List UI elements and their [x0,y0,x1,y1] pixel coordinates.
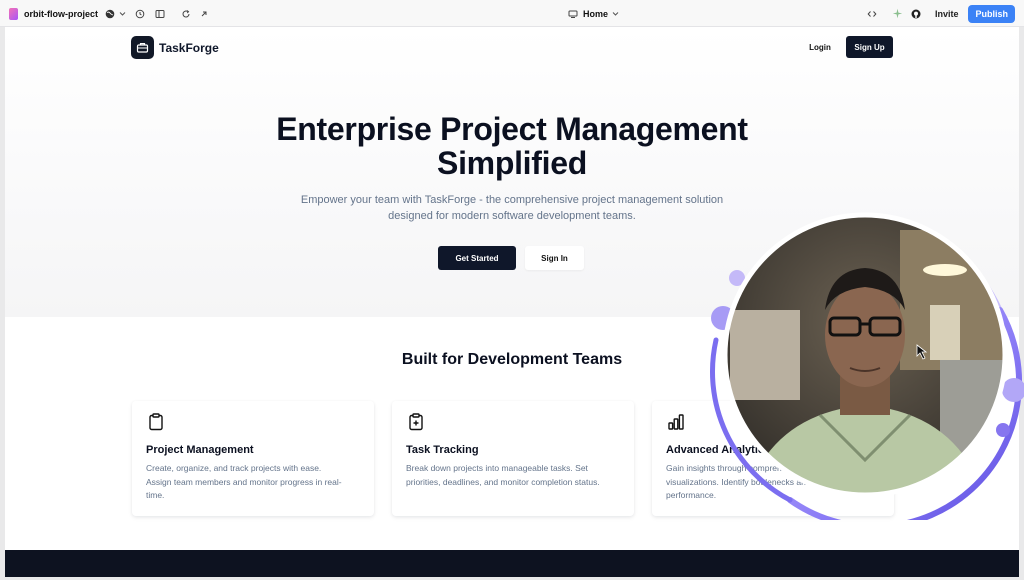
chevron-down-icon[interactable] [117,7,127,21]
brand-logo[interactable]: TaskForge [131,36,219,59]
login-button[interactable]: Login [801,37,839,57]
github-icon[interactable] [909,7,923,21]
footer-band [5,550,1019,577]
feature-card-title: Project Management [146,444,254,456]
sidebar-toggle-icon[interactable] [153,7,167,21]
feature-card-description-line: time. [146,490,165,500]
chevron-down-icon [610,7,620,21]
feature-card-description-line: Break down projects into manageable task… [406,463,588,473]
sign-in-button[interactable]: Sign In [525,246,584,270]
feature-card-project-management: Project Management Create, organize, and… [132,401,374,516]
briefcase-icon [131,36,154,59]
editor-toolbar: orbit-flow-project Home Invite Publish [0,0,1024,27]
editor-toolbar-left: orbit-flow-project [9,0,211,27]
page-selector-label: Home [583,8,609,19]
feature-card-description: Create, organize, and track projects wit… [146,462,364,503]
history-icon[interactable] [133,7,147,21]
feature-card-description-line: Create, organize, and track projects wit… [146,463,322,473]
bar-chart-icon [666,412,686,432]
publish-button[interactable]: Publish [968,4,1015,23]
feature-card-description-line: priorities, deadlines, and monitor compl… [406,476,600,487]
project-logo-icon [9,7,18,20]
hero-title-line1: Enterprise Project Management [276,111,748,147]
monitor-icon [566,7,580,21]
sparkle-icon[interactable] [891,7,905,21]
refresh-icon[interactable] [179,7,193,21]
brand-name: TaskForge [159,40,219,55]
feature-card-description: Break down projects into manageable task… [406,462,624,489]
code-icon[interactable] [865,7,879,21]
project-name[interactable]: orbit-flow-project [24,9,98,19]
globe-icon[interactable] [103,7,117,21]
hero-title: Enterprise Project Management Simplified [5,112,1019,180]
webcam-frame [710,212,1024,530]
page-selector[interactable]: Home [566,0,620,27]
editor-toolbar-right: Invite Publish [865,0,1015,27]
feature-card-description-line: Assign team members and monitor progress… [146,476,342,487]
open-external-icon[interactable] [197,7,211,21]
webcam-overlay [700,190,1024,530]
get-started-button[interactable]: Get Started [438,246,516,270]
feature-card-title: Task Tracking [406,444,479,456]
hero-title-line2: Simplified [437,145,587,181]
feature-card-task-tracking: Task Tracking Break down projects into m… [392,401,634,516]
clipboard-plus-icon [406,412,426,432]
signup-button[interactable]: Sign Up [846,36,893,58]
invite-button[interactable]: Invite [935,9,959,19]
clipboard-icon [146,412,166,432]
